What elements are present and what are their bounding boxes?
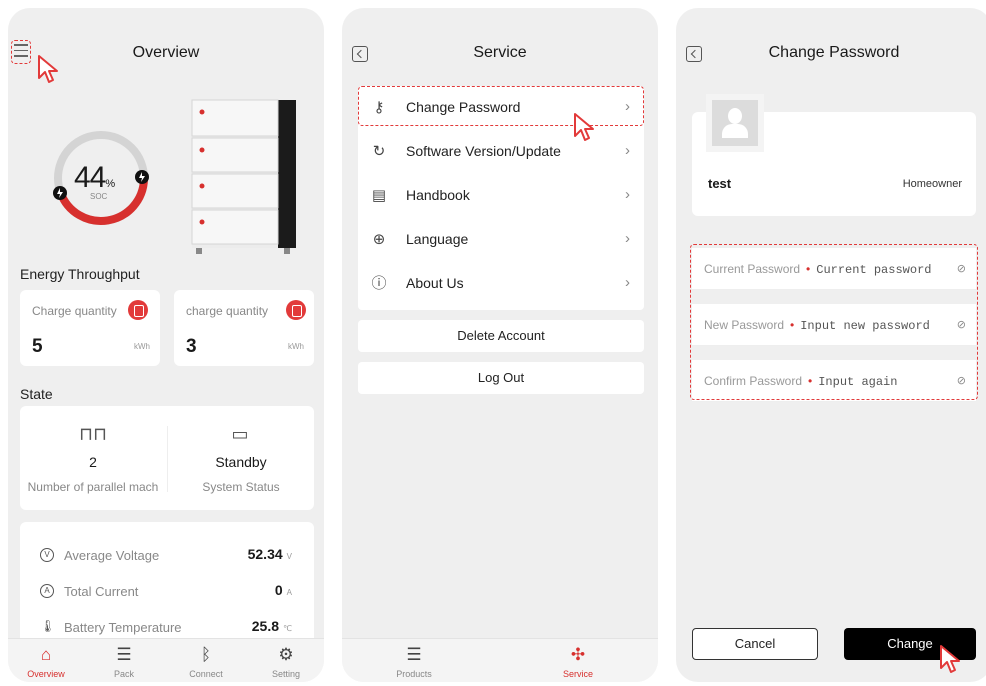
soc-label: SOC bbox=[90, 192, 108, 201]
bottom-tab-bar: ☰ Products ✣ Service bbox=[342, 638, 658, 682]
delete-account-button[interactable]: Delete Account bbox=[358, 320, 644, 352]
change-password-screen: Change Password test Homeowner Current P… bbox=[676, 8, 986, 682]
state-title: State bbox=[20, 386, 53, 402]
log-out-button[interactable]: Log Out bbox=[358, 362, 644, 394]
discharge-quantity-label: charge quantity bbox=[186, 304, 269, 318]
chevron-right-icon: › bbox=[625, 186, 630, 203]
tab-service[interactable]: ✣ Service bbox=[548, 645, 608, 679]
gear-icon: ⚙ bbox=[278, 645, 294, 664]
globe-icon: ⊕ bbox=[372, 231, 386, 248]
discharge-quantity-unit: kWh bbox=[288, 342, 304, 351]
service-header: Service bbox=[342, 8, 658, 72]
service-screen: Service ⚷ Change Password › ↻ Software V… bbox=[342, 8, 658, 682]
metric-label: Average Voltage bbox=[64, 548, 160, 563]
charge-quantity-value: 5 bbox=[32, 336, 43, 357]
home-icon: ⌂ bbox=[40, 645, 52, 664]
page-title: Overview bbox=[132, 44, 200, 61]
battery-cabinet-image bbox=[191, 99, 296, 254]
metric-label: Battery Temperature bbox=[64, 620, 182, 635]
overview-screen: Overview 44% SOC Energy Throughput Charg… bbox=[8, 8, 324, 682]
system-status-value: Standby bbox=[215, 454, 267, 470]
change-password-header: Change Password bbox=[676, 8, 986, 72]
chevron-right-icon: › bbox=[625, 274, 630, 291]
soc-value: 44% bbox=[74, 161, 116, 194]
tab-overview[interactable]: ⌂ Overview bbox=[16, 645, 76, 679]
system-status-label: System Status bbox=[202, 480, 280, 494]
tab-pack[interactable]: ☰ Pack bbox=[94, 645, 154, 679]
pack-icon: ☰ bbox=[116, 645, 132, 664]
book-icon: ▤ bbox=[371, 187, 387, 204]
username: test bbox=[708, 176, 732, 191]
battery-out-icon bbox=[286, 300, 306, 320]
battery-icon bbox=[128, 300, 148, 320]
metric-row: A Total Current 0A bbox=[20, 578, 314, 608]
charge-quantity-label: Charge quantity bbox=[32, 304, 117, 318]
metric-row: V Average Voltage 52.34 V bbox=[20, 542, 314, 572]
overview-header: Overview bbox=[8, 8, 324, 83]
metric-value: 52.34 V bbox=[247, 546, 292, 562]
state-card: ⊓⊓ 2 Number of parallel mach ▭ Standby S… bbox=[20, 406, 314, 510]
avatar bbox=[706, 94, 764, 152]
metric-label: Total Current bbox=[64, 584, 139, 599]
parallel-count: 2 bbox=[89, 454, 97, 470]
pointer-cursor-icon bbox=[940, 645, 960, 673]
products-icon: ☰ bbox=[406, 645, 422, 664]
cancel-button[interactable]: Cancel bbox=[692, 628, 818, 660]
chevron-right-icon: › bbox=[625, 142, 630, 159]
parallel-label: Number of parallel mach bbox=[27, 480, 159, 494]
discharge-quantity-value: 3 bbox=[186, 336, 197, 357]
discharge-quantity-card: charge quantity 3 kWh bbox=[174, 290, 314, 366]
password-fields-highlight bbox=[690, 244, 978, 400]
service-icon: ✣ bbox=[570, 645, 586, 664]
tab-setting[interactable]: ⚙ Setting bbox=[256, 645, 316, 679]
page-title: Service bbox=[473, 44, 527, 61]
bluetooth-icon: ᛒ bbox=[200, 645, 212, 664]
charge-quantity-unit: kWh bbox=[134, 342, 150, 351]
monitor-icon: ▭ bbox=[231, 424, 249, 444]
tab-connect[interactable]: ᛒ Connect bbox=[176, 645, 236, 679]
info-icon: ⓘ bbox=[371, 275, 387, 292]
voltage-icon: V bbox=[40, 548, 54, 562]
tab-products[interactable]: ☰ Products bbox=[384, 645, 444, 679]
metric-value: 0A bbox=[274, 582, 292, 598]
menu-item-software-update[interactable]: ↻ Software Version/Update › bbox=[358, 130, 644, 174]
energy-throughput-title: Energy Throughput bbox=[20, 266, 140, 282]
current-icon: A bbox=[40, 584, 54, 598]
chevron-right-icon: › bbox=[625, 230, 630, 247]
metrics-card: V Average Voltage 52.34 V A Total Current… bbox=[20, 522, 314, 644]
change-password-highlight bbox=[358, 86, 644, 126]
menu-item-about-us[interactable]: ⓘ About Us › bbox=[358, 262, 644, 306]
thermometer-icon: 🌡 bbox=[40, 619, 56, 633]
charge-quantity-card: Charge quantity 5 kWh bbox=[20, 290, 160, 366]
menu-item-language[interactable]: ⊕ Language › bbox=[358, 218, 644, 262]
metric-value: 25.8 ℃ bbox=[251, 618, 292, 634]
bottom-tab-bar: ⌂ Overview ☰ Pack ᛒ Connect ⚙ Setting bbox=[8, 638, 324, 682]
refresh-icon: ↻ bbox=[372, 143, 386, 160]
user-role: Homeowner bbox=[902, 178, 962, 190]
page-title: Change Password bbox=[768, 44, 900, 61]
parallel-icon: ⊓⊓ bbox=[78, 424, 108, 444]
menu-item-handbook[interactable]: ▤ Handbook › bbox=[358, 174, 644, 218]
